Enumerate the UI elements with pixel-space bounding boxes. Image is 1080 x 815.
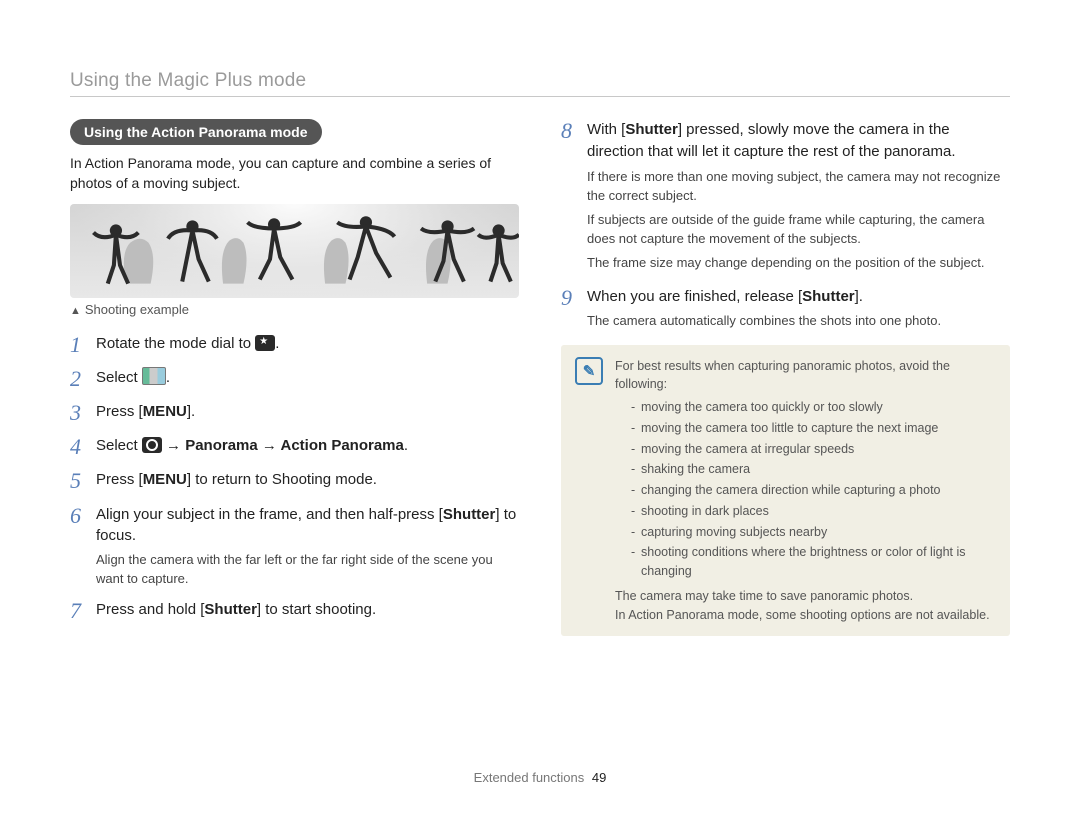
step-number: 8 bbox=[561, 119, 587, 143]
info-trail: In Action Panorama mode, some shooting o… bbox=[615, 606, 996, 625]
info-bullet: shaking the camera bbox=[631, 460, 996, 479]
info-bullet: shooting in dark places bbox=[631, 502, 996, 521]
section-intro: In Action Panorama mode, you can capture… bbox=[70, 153, 519, 194]
info-icon: ✎ bbox=[575, 357, 603, 385]
steps-right: 8 With [Shutter] pressed, slowly move th… bbox=[561, 119, 1010, 331]
example-image bbox=[70, 204, 519, 298]
step-body: When you are finished, release [Shutter]… bbox=[587, 286, 1010, 331]
info-body: For best results when capturing panorami… bbox=[615, 357, 996, 625]
step-body: Press and hold [Shutter] to start shooti… bbox=[96, 599, 519, 621]
info-trail: The camera may take time to save panoram… bbox=[615, 587, 996, 606]
step-body: Select . bbox=[96, 367, 519, 389]
steps-left: 1 Rotate the mode dial to . 2 Select . 3… bbox=[70, 333, 519, 623]
step-note: If subjects are outside of the guide fra… bbox=[587, 210, 1010, 249]
step-6: 6 Align your subject in the frame, and t… bbox=[70, 504, 519, 589]
page-title: Using the Magic Plus mode bbox=[70, 70, 1010, 92]
step-number: 5 bbox=[70, 469, 96, 493]
step-subtext: Align the camera with the far left or th… bbox=[96, 551, 519, 589]
step-subtext: The camera automatically combines the sh… bbox=[587, 312, 1010, 331]
step-body: Rotate the mode dial to . bbox=[96, 333, 519, 355]
info-bullet: moving the camera too little to capture … bbox=[631, 419, 996, 438]
step-note: The frame size may change depending on t… bbox=[587, 253, 1010, 273]
select-icon bbox=[142, 367, 166, 385]
step-9: 9 When you are finished, release [Shutte… bbox=[561, 286, 1010, 331]
step-1: 1 Rotate the mode dial to . bbox=[70, 333, 519, 357]
info-bullet: changing the camera direction while capt… bbox=[631, 481, 996, 500]
menu-label: MENU bbox=[143, 403, 187, 420]
step-body: Select → Panorama → Action Panorama. bbox=[96, 435, 519, 457]
left-column: Using the Action Panorama mode In Action… bbox=[70, 119, 519, 636]
step-number: 3 bbox=[70, 401, 96, 425]
caption-text: Shooting example bbox=[85, 302, 189, 317]
example-caption: ▲ Shooting example bbox=[70, 302, 519, 317]
step-body: Align your subject in the frame, and the… bbox=[96, 504, 519, 589]
menu-label: MENU bbox=[143, 471, 187, 488]
content-columns: Using the Action Panorama mode In Action… bbox=[70, 119, 1010, 636]
step-bold: → Panorama → Action Panorama bbox=[162, 437, 404, 454]
info-bullet: moving the camera too quickly or too slo… bbox=[631, 398, 996, 417]
step-4: 4 Select → Panorama → Action Panorama. bbox=[70, 435, 519, 459]
step-5: 5 Press [MENU] to return to Shooting mod… bbox=[70, 469, 519, 493]
camera-icon bbox=[142, 437, 162, 453]
dancers-illustration bbox=[70, 204, 519, 298]
footer-section: Extended functions bbox=[474, 770, 585, 785]
step-number: 4 bbox=[70, 435, 96, 459]
caption-triangle-icon: ▲ bbox=[70, 305, 81, 317]
page: Using the Magic Plus mode Using the Acti… bbox=[0, 0, 1080, 815]
step-3: 3 Press [MENU]. bbox=[70, 401, 519, 425]
step-2: 2 Select . bbox=[70, 367, 519, 391]
step-7: 7 Press and hold [Shutter] to start shoo… bbox=[70, 599, 519, 623]
info-box: ✎ For best results when capturing panora… bbox=[561, 345, 1010, 637]
step-body: Press [MENU]. bbox=[96, 401, 519, 423]
page-number: 49 bbox=[592, 770, 606, 785]
step-8: 8 With [Shutter] pressed, slowly move th… bbox=[561, 119, 1010, 272]
footer: Extended functions 49 bbox=[0, 770, 1080, 785]
info-bullets: moving the camera too quickly or too slo… bbox=[615, 398, 996, 581]
info-bullet: shooting conditions where the brightness… bbox=[631, 543, 996, 581]
step-number: 7 bbox=[70, 599, 96, 623]
right-column: 8 With [Shutter] pressed, slowly move th… bbox=[561, 119, 1010, 636]
section-pill: Using the Action Panorama mode bbox=[70, 119, 322, 145]
step-number: 6 bbox=[70, 504, 96, 528]
step-number: 2 bbox=[70, 367, 96, 391]
mode-dial-icon bbox=[255, 335, 275, 351]
divider bbox=[70, 96, 1010, 97]
step-body: With [Shutter] pressed, slowly move the … bbox=[587, 119, 1010, 272]
step-note: If there is more than one moving subject… bbox=[587, 167, 1010, 206]
info-bullet: moving the camera at irregular speeds bbox=[631, 440, 996, 459]
step-number: 1 bbox=[70, 333, 96, 357]
info-bullet: capturing moving subjects nearby bbox=[631, 523, 996, 542]
step-body: Press [MENU] to return to Shooting mode. bbox=[96, 469, 519, 491]
step-number: 9 bbox=[561, 286, 587, 310]
info-lead: For best results when capturing panorami… bbox=[615, 357, 996, 395]
